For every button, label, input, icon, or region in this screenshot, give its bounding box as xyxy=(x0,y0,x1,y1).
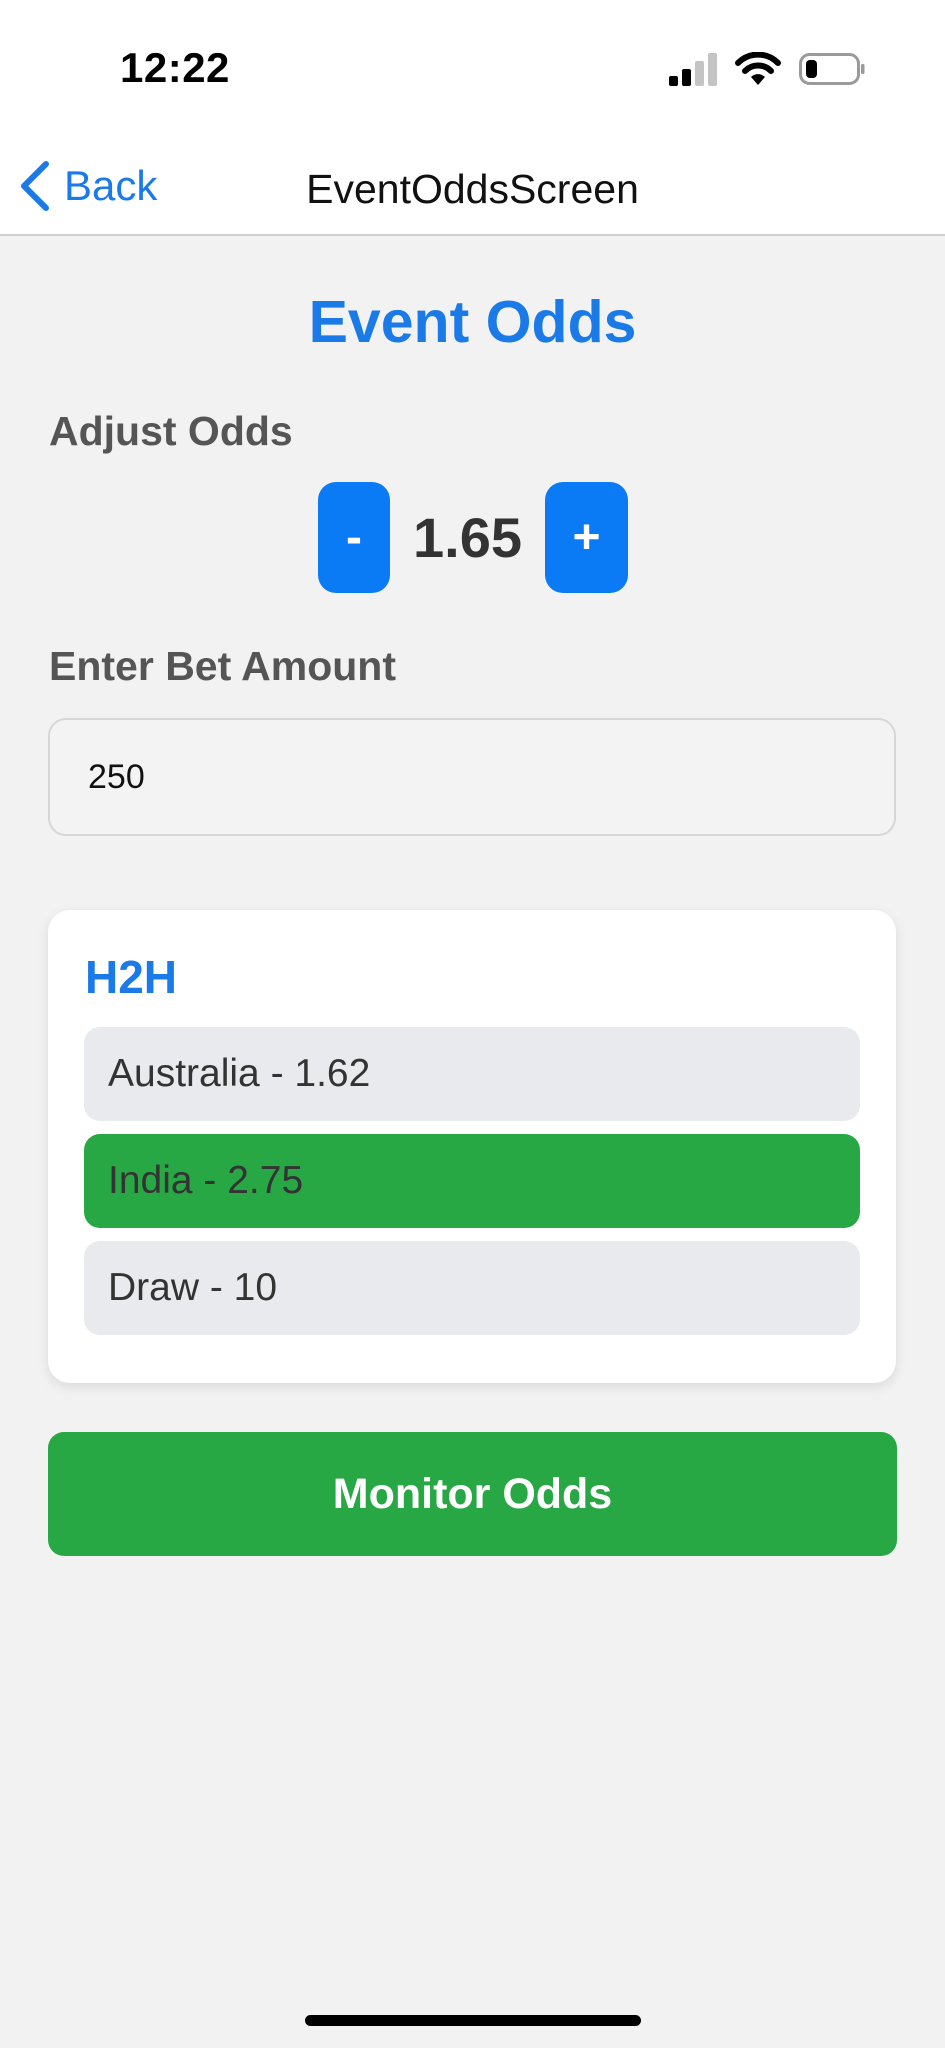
status-bar: 12:22 xyxy=(0,0,945,140)
status-time: 12:22 xyxy=(120,44,230,91)
battery-icon xyxy=(799,53,865,85)
increment-odds-button[interactable]: + xyxy=(545,482,628,593)
wifi-icon xyxy=(735,52,781,85)
market-title: H2H xyxy=(85,951,178,1003)
odds-value: 1.65 xyxy=(413,506,522,569)
outcome-option[interactable]: Australia - 1.62 xyxy=(84,1027,860,1121)
bet-amount-input[interactable] xyxy=(48,718,896,836)
status-icons xyxy=(667,52,865,86)
market-card: H2H Australia - 1.62 India - 2.75 Draw -… xyxy=(48,910,896,1383)
outcome-option-selected[interactable]: India - 2.75 xyxy=(84,1134,860,1228)
home-indicator xyxy=(305,2015,641,2026)
cellular-signal-icon xyxy=(669,53,717,86)
bet-amount-label: Enter Bet Amount xyxy=(49,643,396,689)
outcome-option[interactable]: Draw - 10 xyxy=(84,1241,860,1335)
adjust-odds-label: Adjust Odds xyxy=(49,408,293,454)
nav-title: EventOddsScreen xyxy=(306,166,639,212)
decrement-odds-button[interactable]: - xyxy=(318,482,390,593)
navigation-bar: Back EventOddsScreen xyxy=(0,140,945,236)
monitor-odds-button[interactable]: Monitor Odds xyxy=(48,1432,897,1556)
page-title: Event Odds xyxy=(308,289,637,355)
